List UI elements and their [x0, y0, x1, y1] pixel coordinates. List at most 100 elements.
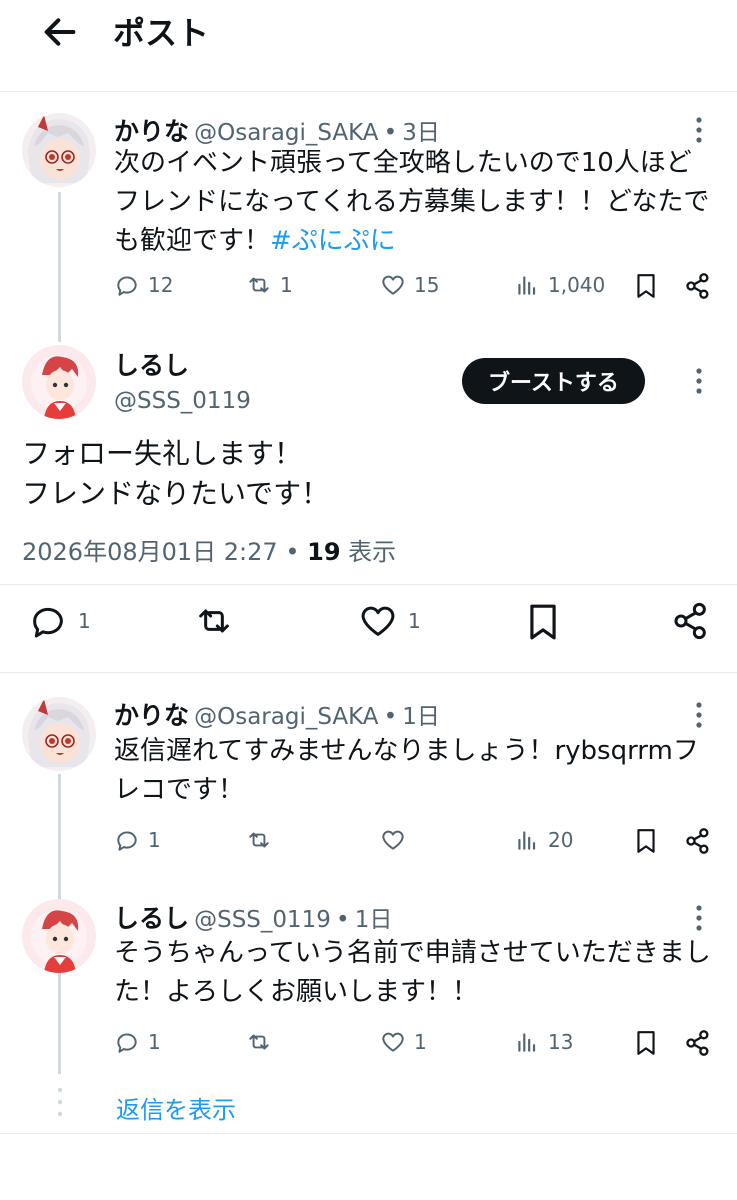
share-icon[interactable]	[684, 1029, 712, 1057]
back-arrow-icon[interactable]	[40, 12, 80, 52]
repost-action[interactable]	[246, 827, 272, 853]
repost-action[interactable]	[194, 601, 234, 641]
post-body-line: フォロー失礼します！	[22, 437, 303, 470]
share-icon[interactable]	[671, 601, 711, 641]
repost-icon	[249, 277, 269, 293]
views-chart-icon	[518, 276, 536, 295]
heart-icon	[382, 830, 404, 850]
page-title: ポスト	[113, 14, 210, 52]
author-handle[interactable]: @SSS_0119	[194, 907, 331, 933]
post-time[interactable]: 3日	[402, 120, 440, 146]
separator-dot: •	[336, 907, 350, 933]
bookmark-icon[interactable]	[633, 827, 659, 855]
like-action[interactable]: 1	[380, 1029, 427, 1055]
post-body: 返信遅れてすみませんなりましょう！rybsqrrmフレコです！	[114, 736, 699, 805]
author-name[interactable]: かりな	[114, 701, 189, 730]
main-post-text: フォロー失礼します！ フレンドなりたいです！	[22, 434, 329, 514]
views-action[interactable]: 20	[514, 827, 573, 853]
bookmark-icon[interactable]	[524, 601, 562, 643]
avatar[interactable]	[22, 697, 96, 771]
reply-icon	[117, 276, 137, 296]
avatar[interactable]	[22, 899, 96, 973]
thread-dots	[57, 1087, 63, 1117]
like-count: 1	[408, 609, 421, 633]
post-body: そうちゃんっていう名前で申請させていただきました！よろしくお願いします！！	[114, 938, 711, 1007]
share-icon[interactable]	[684, 827, 712, 855]
like-action[interactable]: 15	[380, 272, 439, 298]
post-meta: 2026年08月01日 2:27 • 19 表示	[22, 532, 396, 567]
repost-icon	[199, 609, 229, 633]
author-handle[interactable]: @Osaragi_SAKA	[194, 704, 378, 730]
post-datetime[interactable]: 2026年08月01日 2:27	[22, 538, 278, 566]
post-header: かりな @Osaragi_SAKA • 1日	[114, 696, 440, 732]
boost-button[interactable]: ブーストする	[462, 358, 645, 404]
post-time[interactable]: 1日	[402, 704, 440, 730]
thread-line	[58, 192, 61, 342]
reply-count: 1	[78, 609, 91, 633]
divider	[0, 1133, 737, 1134]
reply-icon	[33, 607, 63, 638]
divider	[0, 584, 737, 585]
separator-dot: •	[383, 704, 398, 730]
post-body-line: フレンドなりたいです！	[22, 477, 330, 510]
heart-icon	[361, 606, 395, 636]
separator-dot: •	[383, 120, 398, 146]
bookmark-icon[interactable]	[633, 1029, 659, 1057]
author-handle[interactable]: @Osaragi_SAKA	[194, 120, 378, 146]
more-options-icon[interactable]	[694, 115, 704, 145]
header-divider	[0, 91, 737, 92]
views-chart-icon	[518, 1033, 536, 1052]
heart-icon	[382, 275, 404, 295]
bookmark-icon[interactable]	[633, 272, 659, 300]
share-icon[interactable]	[684, 272, 712, 300]
views-count: 1,040	[548, 273, 606, 297]
view-label: 表示	[348, 538, 397, 566]
author-name[interactable]: かりな	[114, 117, 189, 146]
more-options-icon[interactable]	[694, 700, 704, 730]
repost-icon	[249, 1034, 269, 1050]
reply-icon	[117, 831, 137, 851]
author-name[interactable]: しるし	[114, 904, 189, 933]
author-handle[interactable]: @SSS_0119	[114, 388, 251, 414]
show-replies-link[interactable]: 返信を表示	[116, 1090, 236, 1125]
more-options-icon[interactable]	[694, 366, 704, 396]
reply-action[interactable]: 12	[114, 272, 173, 298]
repost-icon	[249, 832, 269, 848]
post-time[interactable]: 1日	[355, 907, 393, 933]
like-count: 1	[414, 1030, 427, 1054]
avatar-shirushi-icon	[22, 345, 96, 419]
views-chart-icon	[518, 831, 536, 850]
avatar[interactable]	[22, 345, 96, 419]
repost-action[interactable]	[246, 1029, 272, 1055]
reply-action[interactable]: 1	[114, 827, 161, 853]
views-count: 13	[548, 1030, 574, 1054]
more-options-icon[interactable]	[694, 903, 704, 933]
avatar[interactable]	[22, 113, 96, 187]
avatar-karina-icon	[22, 697, 96, 771]
avatar-karina-icon	[22, 113, 96, 187]
reply-action[interactable]: 1	[28, 601, 91, 641]
post-body: 次のイベント頑張って全攻略したいので10人ほどフレンドになってくれる方募集します…	[114, 148, 710, 256]
heart-icon	[382, 1032, 404, 1052]
like-action[interactable]	[380, 827, 406, 853]
reply-icon	[117, 1033, 137, 1053]
author-name[interactable]: しるし	[114, 346, 189, 382]
separator-dot: •	[285, 538, 300, 566]
hashtag-link[interactable]: #ぷにぷに	[270, 226, 396, 256]
post-header: かりな @Osaragi_SAKA • 3日	[114, 112, 440, 148]
divider	[0, 672, 737, 673]
post-header: しるし @SSS_0119 • 1日	[114, 899, 392, 935]
avatar-shirushi-icon	[22, 899, 96, 973]
reply-count: 12	[148, 273, 174, 297]
view-count: 19	[307, 538, 341, 566]
reply-count: 1	[148, 1030, 161, 1054]
reply-count: 1	[148, 828, 161, 852]
views-count: 20	[548, 828, 574, 852]
reply-action[interactable]: 1	[114, 1029, 161, 1055]
post-text: 次のイベント頑張って全攻略したいので10人ほどフレンドになってくれる方募集します…	[114, 144, 714, 261]
like-action[interactable]: 1	[358, 601, 421, 641]
top-bar: ポスト	[0, 0, 737, 80]
repost-action[interactable]: 1	[246, 272, 293, 298]
views-action[interactable]: 13	[514, 1029, 573, 1055]
views-action[interactable]: 1,040	[514, 272, 605, 298]
